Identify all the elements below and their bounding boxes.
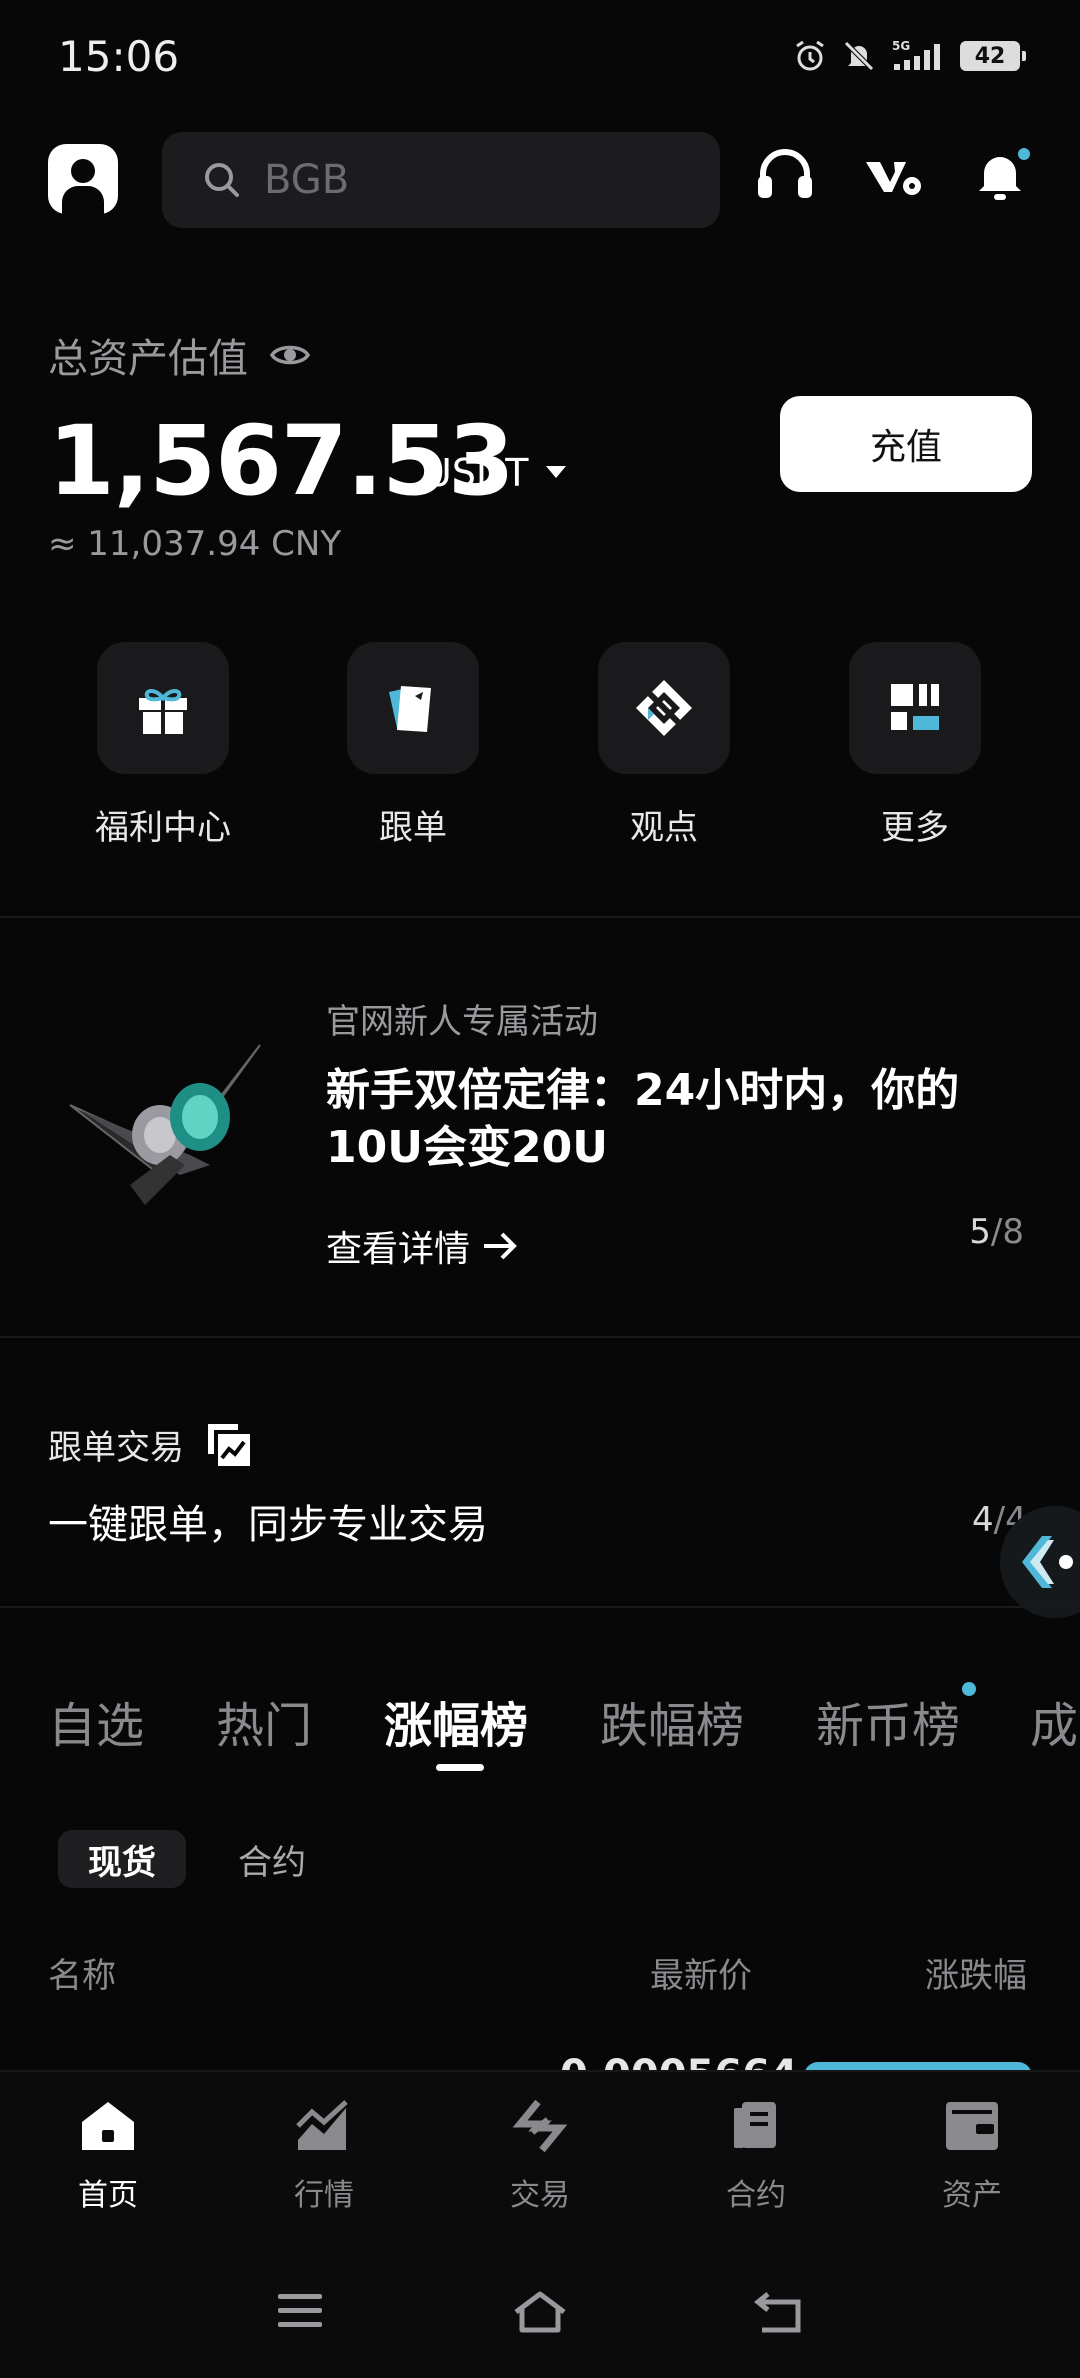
active-tab-underline — [436, 1764, 484, 1771]
asset-cny: ≈ 11,037.94 CNY — [48, 524, 342, 564]
gift-icon — [97, 642, 229, 774]
nav-market[interactable]: 行情 — [216, 2100, 432, 2214]
avatar-icon[interactable] — [48, 144, 118, 214]
wallet-icon — [944, 2100, 1000, 2152]
banner-details-link[interactable]: 查看详情 — [326, 1220, 518, 1272]
search-icon — [202, 160, 242, 200]
system-home-icon[interactable] — [512, 2290, 568, 2334]
mute-bell-icon — [842, 39, 876, 73]
nav-assets[interactable]: 资产 — [864, 2100, 1080, 2214]
menu-icon[interactable] — [276, 2290, 324, 2330]
banner-title-line: 新手双倍定律：24小时内，你的 — [326, 1065, 960, 1116]
asset-label-text: 总资产估值 — [48, 336, 248, 382]
caret-down-icon — [546, 466, 567, 480]
nav-contract[interactable]: 合约 — [648, 2100, 864, 2214]
banner-pager: 5/8 — [969, 1212, 1024, 1252]
column-header-change[interactable]: 涨跌幅 — [925, 1948, 1027, 1997]
quick-menu-welfare[interactable]: 福利中心 — [38, 642, 288, 849]
copy-cards-icon — [347, 642, 479, 774]
divider — [0, 916, 1080, 918]
battery-indicator: 42 — [960, 41, 1026, 71]
status-icons: 5G 42 — [792, 38, 1026, 74]
tab-favorites[interactable]: 自选 — [48, 1686, 144, 1756]
market-chart-icon — [296, 2100, 352, 2152]
asset-unit-selector[interactable]: USDT — [424, 451, 567, 495]
quick-menu-label: 跟单 — [379, 808, 447, 848]
quick-menu-copytrade[interactable]: 跟单 — [288, 642, 538, 849]
grid-icon — [849, 642, 981, 774]
quick-menu-insights[interactable]: 观点 — [539, 642, 789, 849]
copytrade-page-current: 4 — [972, 1500, 994, 1540]
segment-spot[interactable]: 现货 — [58, 1830, 186, 1888]
tab-new-listings[interactable]: 新币榜 — [816, 1686, 960, 1756]
quick-menu-label: 福利中心 — [95, 808, 231, 848]
quick-menu-label: 更多 — [881, 808, 949, 848]
contract-icon — [728, 2100, 784, 2152]
new-indicator-dot — [962, 1682, 976, 1696]
trade-icon — [512, 2100, 568, 2152]
column-header-price[interactable]: 最新价 — [650, 1948, 752, 1997]
svg-text:5G: 5G — [892, 39, 910, 53]
banner-page-current: 5 — [969, 1212, 991, 1252]
banner-link-text: 查看详情 — [326, 1229, 471, 1270]
tab-hot[interactable]: 热门 — [216, 1686, 312, 1756]
copytrade-label: 跟单交易 — [48, 1420, 252, 1469]
nav-trade[interactable]: 交易 — [432, 2100, 648, 2214]
status-time: 15:06 — [58, 32, 180, 81]
banner-title-line: 10U会变20U — [326, 1122, 608, 1173]
headset-icon[interactable] — [756, 146, 814, 206]
tab-losers[interactable]: 跌幅榜 — [600, 1686, 744, 1756]
divider — [0, 1336, 1080, 1338]
search-input[interactable]: BGB — [162, 132, 720, 228]
asset-label: 总资产估值 — [48, 326, 310, 384]
nav-label: 资产 — [942, 2178, 1002, 2213]
copytrade-label-text: 跟单交易 — [48, 1428, 184, 1468]
trend-chart-icon — [206, 1422, 252, 1468]
banner-coin-illustration[interactable] — [60, 1035, 270, 1215]
quick-menu-label: 观点 — [630, 808, 698, 848]
nav-label: 交易 — [510, 2178, 570, 2213]
arrow-right-icon — [482, 1231, 518, 1261]
deposit-button[interactable]: 充值 — [780, 396, 1032, 492]
back-icon[interactable] — [754, 2290, 806, 2334]
nav-label: 首页 — [78, 2178, 138, 2213]
divider — [0, 1606, 1080, 1608]
banner-subtitle: 官网新人专属活动 — [326, 1002, 598, 1042]
segment-futures[interactable]: 合约 — [222, 1830, 322, 1888]
search-placeholder: BGB — [264, 157, 350, 203]
brand-icon[interactable] — [864, 146, 924, 206]
banner-title[interactable]: 新手双倍定律：24小时内，你的 10U会变20U — [326, 1062, 1026, 1176]
tab-gainers[interactable]: 涨幅榜 — [384, 1686, 528, 1756]
banner-page-total: /8 — [990, 1212, 1024, 1252]
asset-unit-text: USDT — [424, 451, 529, 495]
alarm-icon — [792, 38, 828, 74]
bell-icon[interactable] — [972, 146, 1032, 206]
column-header-name[interactable]: 名称 — [48, 1948, 116, 1997]
floating-chevron-icon[interactable] — [1000, 1506, 1080, 1618]
copytrade-title[interactable]: 一键跟单，同步专业交易 — [48, 1492, 488, 1550]
nav-home[interactable]: 首页 — [0, 2100, 216, 2214]
tab-volume-partial[interactable]: 成 — [1030, 1686, 1080, 1756]
nav-label: 合约 — [726, 2178, 786, 2213]
diamond-icon — [598, 642, 730, 774]
eye-icon[interactable] — [270, 341, 310, 369]
nav-label: 行情 — [294, 2178, 354, 2213]
signal-5g-icon: 5G — [890, 38, 946, 74]
quick-menu-more[interactable]: 更多 — [790, 642, 1040, 849]
home-icon — [80, 2100, 136, 2152]
